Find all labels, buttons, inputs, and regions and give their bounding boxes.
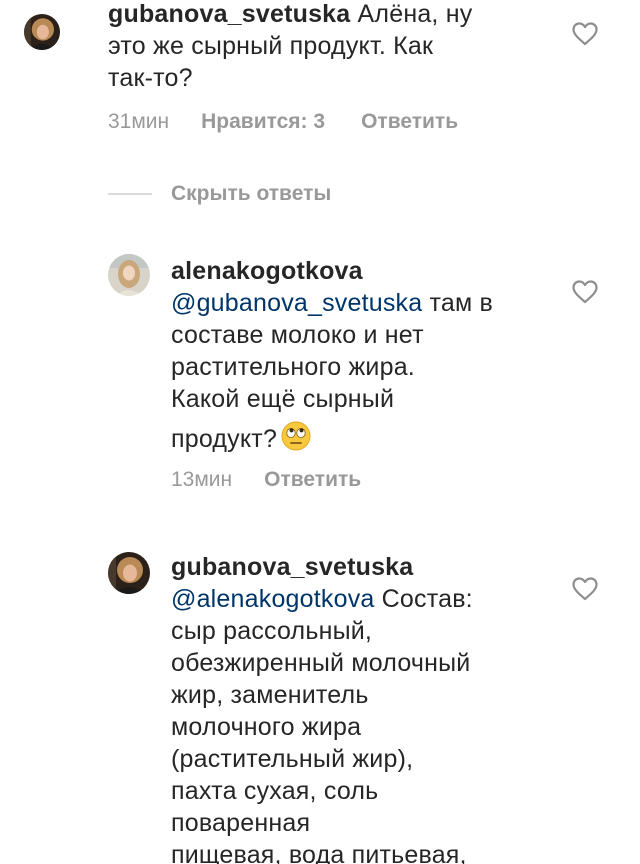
comment-text-line: это же сырный продукт. Как bbox=[108, 32, 434, 60]
face-with-rolling-eyes-icon bbox=[281, 421, 311, 451]
comment-timestamp: 31мин bbox=[108, 110, 170, 133]
like-button[interactable] bbox=[572, 280, 598, 304]
comment-text-line: молочного жира bbox=[171, 713, 362, 741]
avatar[interactable] bbox=[108, 254, 150, 296]
comment-username[interactable]: gubanova_svetuska bbox=[108, 0, 350, 28]
reply-button[interactable]: Ответить bbox=[361, 109, 458, 135]
mention-link[interactable]: @alenakogotkova bbox=[171, 585, 375, 613]
comment-text-line: растительного жира. bbox=[171, 353, 415, 381]
like-button[interactable] bbox=[572, 22, 598, 46]
comment-text-line: жир, заменитель bbox=[171, 681, 369, 709]
comment-text: alenakogotkova @gubanova_svetuska там в … bbox=[171, 255, 561, 455]
divider bbox=[108, 193, 152, 195]
likes-count[interactable]: Нравится: 3 bbox=[201, 109, 325, 135]
comment-text: gubanova_svetuska Алёна, ну это же сырны… bbox=[108, 0, 578, 94]
heart-outline-icon bbox=[572, 577, 598, 601]
comment-text-line: обезжиренный молочный bbox=[171, 649, 471, 677]
hide-replies-button[interactable]: Скрыть ответы bbox=[108, 180, 331, 208]
comment-text-line: сыр рассольный, bbox=[171, 617, 373, 645]
comment-text-line: так-то? bbox=[108, 64, 193, 92]
comment-username[interactable]: gubanova_svetuska bbox=[171, 553, 413, 581]
comment-text-line: пахта сухая, соль bbox=[171, 777, 379, 805]
hide-replies-label: Скрыть ответы bbox=[171, 182, 332, 205]
heart-outline-icon bbox=[572, 280, 598, 304]
comment-text-line: пищевая, вода питьевая, bbox=[171, 841, 467, 864]
mention-link[interactable]: @gubanova_svetuska bbox=[171, 289, 422, 317]
reply-button[interactable]: Ответить bbox=[264, 467, 361, 493]
comment-meta: 13мин Ответить bbox=[171, 467, 361, 493]
avatar[interactable] bbox=[108, 552, 150, 594]
comment-meta: 31мин Нравится: 3 Ответить bbox=[108, 109, 458, 135]
comment-text: gubanova_svetuska @alenakogotkova Состав… bbox=[171, 551, 581, 864]
comment-text-line: там в bbox=[429, 289, 494, 317]
comments-thread: gubanova_svetuska Алёна, ну это же сырны… bbox=[0, 0, 640, 864]
like-button[interactable] bbox=[572, 577, 598, 601]
comment-text-line: продукт? bbox=[171, 425, 278, 453]
comment-text-line: Состав: bbox=[381, 585, 473, 613]
comment-username[interactable]: alenakogotkova bbox=[171, 257, 363, 285]
comment-text-line: Алёна, ну bbox=[357, 0, 473, 28]
avatar[interactable] bbox=[24, 14, 60, 50]
comment-text-line: поваренная bbox=[171, 809, 311, 837]
comment-text-line: Какой ещё сырный bbox=[171, 385, 395, 413]
comment-text-line: (растительный жир), bbox=[171, 745, 414, 773]
comment-text-line: составе молоко и нет bbox=[171, 321, 424, 349]
comment-timestamp: 13мин bbox=[171, 468, 233, 491]
heart-outline-icon bbox=[572, 22, 598, 46]
